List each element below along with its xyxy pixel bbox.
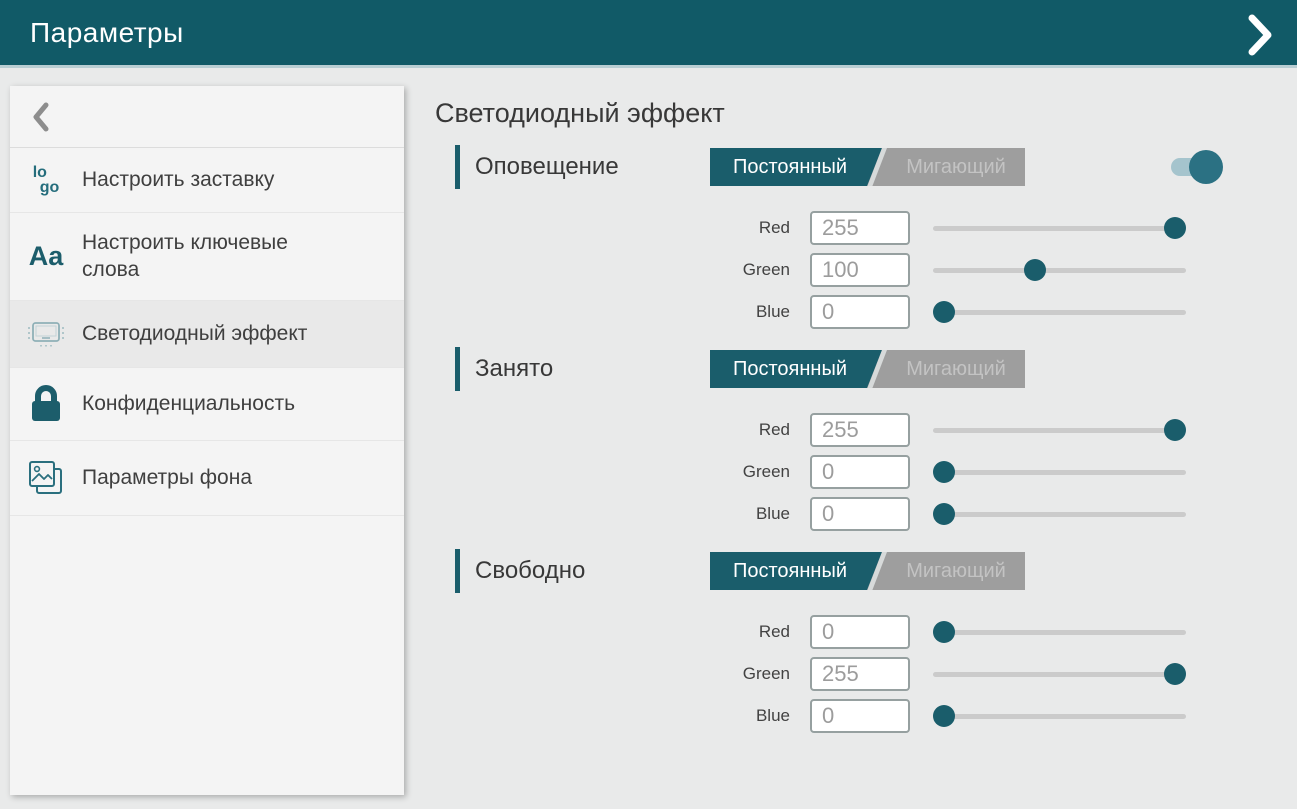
mode-solid-button[interactable]: Постоянный bbox=[710, 552, 870, 590]
red-label: Red bbox=[710, 622, 790, 642]
section-accent-bar bbox=[455, 549, 460, 593]
slider-thumb[interactable] bbox=[933, 621, 955, 643]
slider-track[interactable] bbox=[933, 226, 1186, 231]
green-label: Green bbox=[710, 462, 790, 482]
slider-thumb[interactable] bbox=[1164, 663, 1186, 685]
green-slider[interactable] bbox=[933, 258, 1186, 282]
page-title: Светодиодный эффект bbox=[435, 98, 1297, 129]
logo-icon-line1: lo bbox=[33, 165, 60, 180]
toggle-knob bbox=[1189, 150, 1223, 184]
green-slider[interactable] bbox=[933, 662, 1186, 686]
sidebar-item-label: Настроить ключевые слова bbox=[82, 230, 332, 283]
sidebar-item-screensaver[interactable]: lo go Настроить заставку bbox=[10, 148, 404, 213]
blue-label: Blue bbox=[710, 504, 790, 524]
blue-slider[interactable] bbox=[933, 704, 1186, 728]
section-free: Свободно Постоянный Мигающий Red Green bbox=[435, 549, 1297, 733]
green-input[interactable] bbox=[810, 455, 910, 489]
green-label: Green bbox=[710, 664, 790, 684]
slider-track[interactable] bbox=[933, 470, 1186, 475]
slider-track[interactable] bbox=[933, 630, 1186, 635]
sidebar-item-label: Конфиденциальность bbox=[82, 391, 295, 417]
keywords-icon: Aa bbox=[10, 241, 82, 272]
background-image-icon bbox=[10, 458, 82, 498]
mode-solid-button[interactable]: Постоянный bbox=[710, 148, 870, 186]
slider-thumb[interactable] bbox=[933, 503, 955, 525]
mode-blinking-button[interactable]: Мигающий bbox=[887, 148, 1025, 186]
mode-segmented-control: Постоянный Мигающий bbox=[710, 148, 1025, 186]
slider-thumb[interactable] bbox=[1024, 259, 1046, 281]
main-content: Светодиодный эффект Оповещение Постоянны… bbox=[435, 98, 1297, 751]
red-input[interactable] bbox=[810, 413, 910, 447]
red-input[interactable] bbox=[810, 211, 910, 245]
sidebar-item-label: Параметры фона bbox=[82, 465, 252, 491]
sidebar-item-label: Настроить заставку bbox=[82, 167, 274, 193]
app-title: Параметры bbox=[30, 17, 184, 49]
led-screen-icon bbox=[10, 318, 82, 350]
red-slider[interactable] bbox=[933, 418, 1186, 442]
slider-thumb[interactable] bbox=[933, 301, 955, 323]
logo-icon-line2: go bbox=[40, 180, 60, 195]
sidebar-item-background[interactable]: Параметры фона bbox=[10, 441, 404, 516]
red-label: Red bbox=[710, 218, 790, 238]
red-label: Red bbox=[710, 420, 790, 440]
red-slider[interactable] bbox=[933, 216, 1186, 240]
blue-input[interactable] bbox=[810, 699, 910, 733]
section-busy: Занято Постоянный Мигающий Red Green bbox=[435, 347, 1297, 531]
red-input[interactable] bbox=[810, 615, 910, 649]
lock-icon bbox=[10, 385, 82, 423]
chevron-left-icon bbox=[32, 102, 49, 132]
slider-thumb[interactable] bbox=[1164, 217, 1186, 239]
blue-label: Blue bbox=[710, 706, 790, 726]
slider-track[interactable] bbox=[933, 672, 1186, 677]
section-title: Свободно bbox=[475, 557, 585, 585]
blue-input[interactable] bbox=[810, 497, 910, 531]
chevron-right-icon[interactable] bbox=[1247, 14, 1275, 56]
sidebar-back-button[interactable] bbox=[10, 86, 404, 148]
slider-track[interactable] bbox=[933, 310, 1186, 315]
green-slider[interactable] bbox=[933, 460, 1186, 484]
slider-thumb[interactable] bbox=[1164, 419, 1186, 441]
section-accent-bar bbox=[455, 145, 460, 189]
blue-input[interactable] bbox=[810, 295, 910, 329]
slider-thumb[interactable] bbox=[933, 461, 955, 483]
slider-track[interactable] bbox=[933, 428, 1186, 433]
mode-blinking-button[interactable]: Мигающий bbox=[887, 552, 1025, 590]
mode-solid-button[interactable]: Постоянный bbox=[710, 350, 870, 388]
mode-segmented-control: Постоянный Мигающий bbox=[710, 350, 1025, 388]
sidebar-item-keywords[interactable]: Aa Настроить ключевые слова bbox=[10, 213, 404, 301]
mode-blinking-button[interactable]: Мигающий bbox=[887, 350, 1025, 388]
green-input[interactable] bbox=[810, 657, 910, 691]
section-notification: Оповещение Постоянный Мигающий Red Green bbox=[435, 145, 1297, 329]
blue-slider[interactable] bbox=[933, 300, 1186, 324]
section-accent-bar bbox=[455, 347, 460, 391]
sidebar-item-label: Светодиодный эффект bbox=[82, 321, 307, 347]
section-title: Оповещение bbox=[475, 153, 619, 181]
blue-label: Blue bbox=[710, 302, 790, 322]
notification-toggle[interactable] bbox=[1171, 150, 1225, 184]
sidebar-item-led-effect[interactable]: Светодиодный эффект bbox=[10, 301, 404, 368]
slider-track[interactable] bbox=[933, 714, 1186, 719]
section-title: Занято bbox=[475, 355, 553, 383]
mode-segmented-control: Постоянный Мигающий bbox=[710, 552, 1025, 590]
slider-track[interactable] bbox=[933, 512, 1186, 517]
sidebar-item-privacy[interactable]: Конфиденциальность bbox=[10, 368, 404, 441]
slider-track[interactable] bbox=[933, 268, 1186, 273]
red-slider[interactable] bbox=[933, 620, 1186, 644]
logo-icon: lo go bbox=[10, 165, 82, 195]
green-label: Green bbox=[710, 260, 790, 280]
blue-slider[interactable] bbox=[933, 502, 1186, 526]
slider-thumb[interactable] bbox=[933, 705, 955, 727]
app-header: Параметры bbox=[0, 0, 1297, 68]
green-input[interactable] bbox=[810, 253, 910, 287]
sidebar: lo go Настроить заставку Aa Настроить кл… bbox=[10, 86, 404, 795]
